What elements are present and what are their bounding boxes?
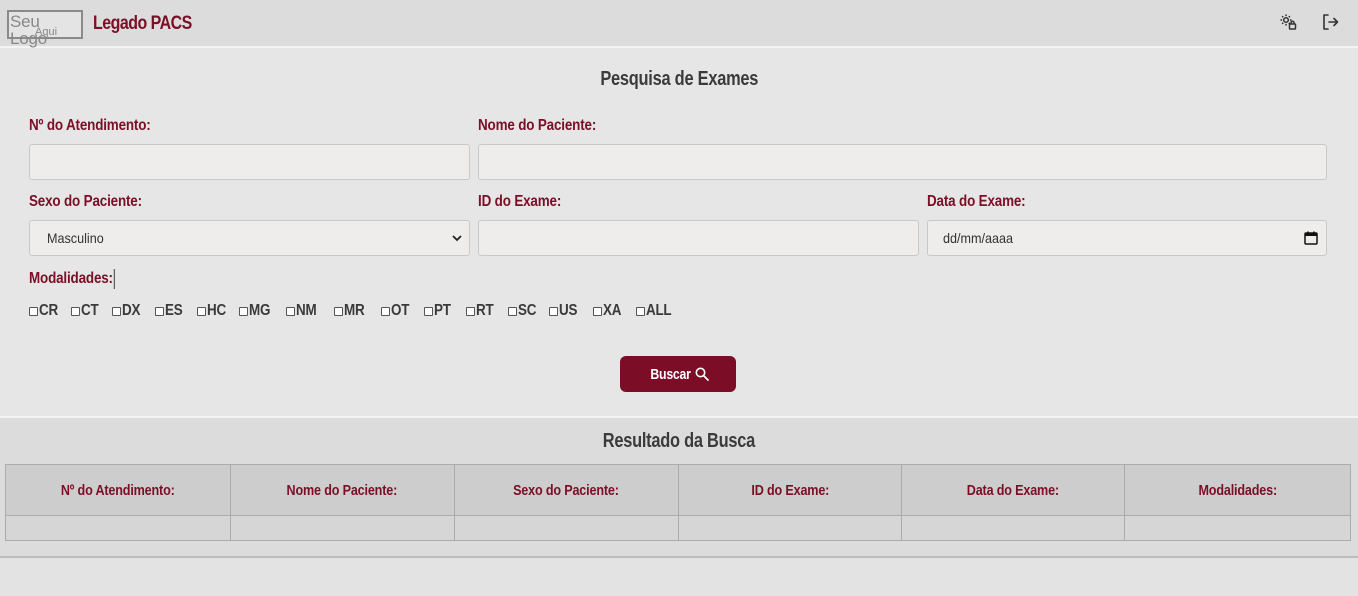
checkbox[interactable] (112, 306, 121, 316)
modalidade-label: OT (391, 302, 410, 319)
modalidade-label: ALL (646, 302, 672, 319)
table-header-row: Nº do Atendimento: Nome do Paciente: Sex… (5, 464, 1351, 516)
logo: Seu Logo Aqui (7, 10, 83, 47)
modalidade-checkbox-pt[interactable]: PT (424, 301, 454, 321)
modalidade-checkbox-all[interactable]: ALL (636, 301, 676, 321)
search-icon (695, 367, 709, 381)
modalidade-label: ES (165, 302, 183, 319)
chevron-down-icon (452, 235, 462, 242)
text-cursor (113, 269, 115, 289)
table-cell (453, 515, 679, 541)
modalidade-checkbox-nm[interactable]: NM (286, 301, 320, 321)
calendar-icon[interactable] (1303, 230, 1319, 246)
modalidade-checkbox-ct[interactable]: CT (71, 301, 102, 321)
modalidade-label: US (559, 302, 578, 319)
modalidade-label: DX (122, 302, 141, 319)
modalidade-checkbox-cr[interactable]: CR (29, 301, 62, 321)
data-exame-input[interactable]: dd/mm/aaaa (927, 220, 1327, 256)
checkbox[interactable] (29, 306, 38, 316)
modalidade-label: MR (344, 302, 365, 319)
modalidade-checkbox-hc[interactable]: HC (197, 301, 230, 321)
checkbox[interactable] (508, 306, 517, 316)
user-settings-icon[interactable] (1278, 12, 1298, 32)
data-exame-label: Data do Exame: (927, 193, 1026, 210)
table-cell (229, 515, 455, 541)
checkbox[interactable] (424, 306, 433, 316)
modalidade-label: NM (296, 302, 317, 319)
column-header[interactable]: ID do Exame: (677, 464, 903, 516)
modalidade-checkbox-rt[interactable]: RT (466, 301, 497, 321)
atendimento-label: Nº do Atendimento: (29, 117, 151, 134)
buscar-button-label: Buscar (650, 365, 692, 383)
checkbox[interactable] (549, 306, 558, 316)
footer (0, 558, 1358, 596)
checkbox[interactable] (239, 306, 248, 316)
modalidades-label: Modalidades: (29, 269, 115, 289)
modalidade-checkbox-es[interactable]: ES (155, 301, 186, 321)
modalidade-checkbox-ot[interactable]: OT (381, 301, 413, 321)
modalidade-label: RT (476, 302, 494, 319)
column-header[interactable]: Nome do Paciente: (229, 464, 455, 516)
modalidade-label: CT (81, 302, 99, 319)
table-cell (5, 515, 231, 541)
table-cell (901, 515, 1126, 541)
modalidade-checkbox-dx[interactable]: DX (112, 301, 144, 321)
column-header[interactable]: Modalidades: (1124, 464, 1351, 516)
modalidade-label: HC (207, 302, 226, 319)
checkbox[interactable] (71, 306, 80, 316)
table-row (5, 515, 1351, 541)
id-exame-label: ID do Exame: (478, 193, 562, 210)
checkbox[interactable] (197, 306, 206, 316)
modalidade-label: SC (518, 302, 537, 319)
modalidade-label: MG (249, 302, 271, 319)
data-exame-placeholder: dd/mm/aaaa (943, 230, 1014, 246)
checkbox[interactable] (286, 306, 295, 316)
checkbox[interactable] (636, 306, 645, 316)
app-title: Legado PACS (93, 13, 192, 34)
modalidade-checkbox-mg[interactable]: MG (239, 301, 274, 321)
column-header[interactable]: Data do Exame: (901, 464, 1126, 516)
checkbox[interactable] (155, 306, 164, 316)
modalidade-checkbox-xa[interactable]: XA (593, 301, 625, 321)
column-header[interactable]: Sexo do Paciente: (453, 464, 679, 516)
column-header[interactable]: Nº do Atendimento: (5, 464, 231, 516)
search-title: Pesquisa de Exames (600, 68, 758, 90)
checkbox[interactable] (381, 306, 390, 316)
modalidade-checkbox-us[interactable]: US (549, 301, 581, 321)
modalidade-checkbox-sc[interactable]: SC (508, 301, 540, 321)
nome-paciente-input[interactable] (478, 144, 1327, 180)
modalidade-label: PT (434, 302, 451, 319)
results-title: Resultado da Busca (602, 430, 756, 452)
sexo-select[interactable]: Masculino (29, 220, 470, 256)
atendimento-input[interactable] (29, 144, 470, 180)
modalidade-label: XA (603, 302, 622, 319)
buscar-button[interactable]: Buscar (620, 356, 736, 392)
modalidade-label: CR (39, 302, 58, 319)
sexo-select-value: Masculino (47, 230, 104, 246)
nome-paciente-label: Nome do Paciente: (478, 117, 597, 134)
id-exame-input[interactable] (478, 220, 919, 256)
checkbox[interactable] (334, 306, 343, 316)
table-cell (1124, 515, 1351, 541)
results-section: Resultado da Busca Nº do Atendimento: No… (0, 416, 1358, 558)
results-table: Nº do Atendimento: Nome do Paciente: Sex… (5, 464, 1351, 541)
table-cell (677, 515, 903, 541)
logout-icon[interactable] (1320, 12, 1340, 32)
sexo-label: Sexo do Paciente: (29, 193, 142, 210)
checkbox[interactable] (466, 306, 475, 316)
checkbox[interactable] (593, 306, 602, 316)
modalidade-checkbox-mr[interactable]: MR (334, 301, 368, 321)
logo-subtext: Aqui (35, 26, 58, 38)
top-bar: Seu Logo Aqui Legado PACS (0, 0, 1358, 48)
